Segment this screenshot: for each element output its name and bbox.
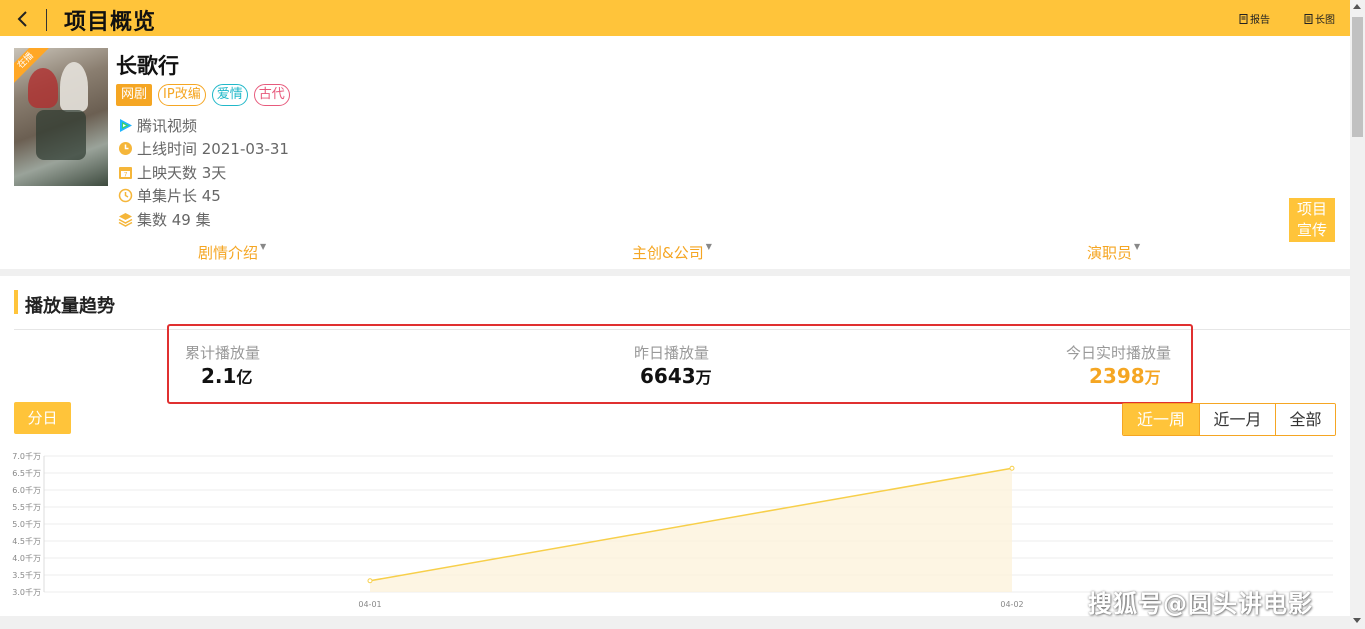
dropdown-caret-icon: ▼ [705, 242, 712, 251]
release-date: 上线时间 2021-03-31 [137, 140, 289, 158]
range-month-button[interactable]: 近一月 [1199, 404, 1275, 435]
scrollbar[interactable] [1350, 0, 1365, 629]
platform-row: 腾讯视频 [118, 115, 197, 136]
promo-line-2: 宣传 [1296, 221, 1327, 239]
layers-icon [118, 213, 133, 227]
play-trend-card: 播放量趋势 累计播放量 2.1亿 昨日播放量 6643万 今日实时播放量 239… [0, 276, 1350, 616]
x-tick-label: 04-01 [358, 600, 381, 609]
scroll-up-icon[interactable] [1353, 4, 1361, 9]
timer-icon [118, 188, 133, 203]
data-point [1009, 465, 1015, 471]
today-realtime-plays-label: 今日实时播放量 [1066, 344, 1172, 362]
time-range-selector: 近一周 近一月 全部 [1122, 403, 1336, 436]
yesterday-plays-value: 6643万 [640, 364, 712, 388]
total-plays-label: 累计播放量 [185, 344, 261, 362]
release-row: 上线时间 2021-03-31 [118, 138, 289, 159]
watermark-text: 搜狐号@圆头讲电影 [1088, 590, 1313, 618]
episode-count: 集数 49 集 [137, 211, 211, 229]
days-online: 上映天数 3天 [137, 164, 227, 182]
report-label: 报告 [1250, 15, 1270, 26]
episode-length-row: 单集片长 45 [118, 185, 221, 206]
tag-web-drama: 网剧 [116, 84, 153, 106]
genre-tags: 网剧 IP改编 爱情 古代 [116, 84, 290, 106]
y-tick-label: 4.0千万 [12, 553, 41, 563]
tab-creators[interactable]: 主创&公司 ▼ [632, 242, 712, 263]
data-point [367, 578, 373, 584]
play-stats-box: 累计播放量 2.1亿 昨日播放量 6643万 今日实时播放量 2398万 [167, 324, 1193, 404]
episode-length: 单集片长 45 [137, 187, 221, 205]
tag-ip-adaptation: IP改编 [158, 84, 206, 106]
show-title: 长歌行 [116, 54, 179, 78]
tab-synopsis[interactable]: 剧情介绍 ▼ [198, 242, 266, 263]
y-tick-label: 4.5千万 [12, 536, 41, 546]
calendar-icon: 7 [119, 167, 132, 179]
top-bar: 项目概览 报告 长图 [0, 0, 1350, 36]
x-tick-label: 04-02 [1000, 600, 1023, 609]
episodes-row: 集数 49 集 [118, 209, 211, 230]
tag-romance: 爱情 [211, 84, 248, 106]
long-image-icon [1304, 13, 1313, 24]
report-icon [1239, 13, 1248, 24]
total-plays-value: 2.1亿 [201, 364, 253, 388]
promo-line-1: 项目 [1296, 200, 1327, 218]
section-title: 播放量趋势 [25, 296, 115, 317]
tab-cast[interactable]: 演职员 ▼ [1087, 242, 1140, 263]
page-title: 项目概览 [64, 10, 157, 35]
platform-name: 腾讯视频 [137, 117, 198, 135]
tab-synopsis-label: 剧情介绍 [198, 244, 259, 262]
tag-ancient: 古代 [253, 84, 290, 106]
y-tick-label: 3.5千万 [12, 570, 41, 580]
y-tick-label: 6.5千万 [12, 468, 41, 478]
range-all-button[interactable]: 全部 [1275, 404, 1335, 435]
scroll-down-icon[interactable] [1353, 618, 1361, 623]
tab-creators-label: 主创&公司 [632, 244, 704, 262]
today-realtime-plays-value: 2398万 [1089, 364, 1161, 388]
y-tick-label: 7.0千万 [12, 451, 41, 461]
svg-text:7: 7 [124, 172, 128, 179]
y-tick-label: 5.5千万 [12, 502, 41, 512]
y-tick-label: 6.0千万 [12, 485, 41, 495]
series-area [370, 468, 1012, 592]
project-promo-button[interactable]: 项目 宣传 [1289, 198, 1335, 242]
tab-cast-label: 演职员 [1087, 244, 1133, 262]
section-accent-bar [14, 290, 18, 314]
back-arrow-icon[interactable] [12, 8, 34, 30]
project-info-card: 在播 长歌行 网剧 IP改编 爱情 古代 腾讯视频 上线时间 2021-03-3… [0, 36, 1350, 269]
clock-icon [119, 142, 132, 155]
report-button[interactable]: 报告 [1239, 11, 1270, 26]
yesterday-plays-label: 昨日播放量 [634, 344, 710, 362]
tencent-video-icon [120, 119, 132, 132]
poster-image[interactable]: 在播 [14, 48, 108, 186]
days-row: 7 上映天数 3天 [118, 162, 226, 183]
range-week-button[interactable]: 近一周 [1123, 404, 1199, 435]
dropdown-caret-icon: ▼ [1134, 242, 1141, 251]
long-image-label: 长图 [1315, 15, 1335, 26]
dropdown-caret-icon: ▼ [260, 242, 267, 251]
back-separator [46, 9, 47, 31]
y-tick-label: 5.0千万 [12, 519, 41, 529]
daily-granularity-button[interactable]: 分日 [14, 402, 71, 434]
long-image-button[interactable]: 长图 [1304, 11, 1335, 26]
scroll-thumb[interactable] [1352, 17, 1363, 137]
y-tick-label: 3.0千万 [12, 587, 41, 597]
